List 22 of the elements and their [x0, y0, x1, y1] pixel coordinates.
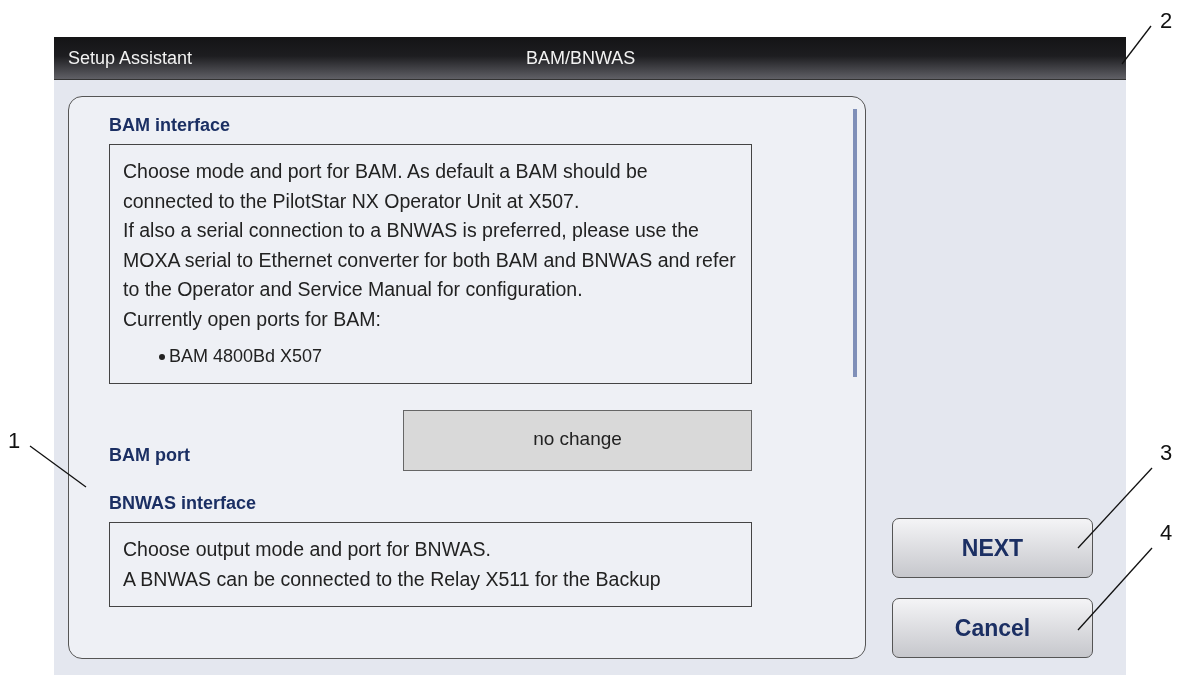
callout-number: 1: [8, 428, 21, 454]
info-text: A BNWAS can be connected to the Relay X511 for the Backup: [123, 566, 662, 592]
port-item: BAM 4800Bd X507: [169, 346, 323, 367]
field-label: BAM port: [109, 445, 190, 466]
window-title: Setup Assistant: [68, 47, 193, 69]
port-dropdown[interactable]: no change: [403, 410, 752, 471]
leader-line: [29, 445, 87, 488]
callout-number: 3: [1160, 440, 1173, 466]
cancel-button[interactable]: Cancel: [892, 598, 1093, 658]
scrollbar[interactable]: [853, 109, 857, 377]
page-title: BAM/BNWAS: [526, 47, 636, 69]
callout-number: 4: [1160, 520, 1173, 546]
next-button[interactable]: NEXT: [892, 518, 1093, 578]
section-heading: BAM interface: [109, 115, 232, 136]
leader-line: [1121, 25, 1152, 65]
info-text: Choose mode and port for BAM. As default a BAM should be connected to the PilotStar NX Operator Unit at X507.: [123, 159, 649, 214]
section-heading: BNWAS interface: [109, 493, 258, 514]
info-text: If also a serial connection to a BNWAS is preferred, please use the MOXA serial to Ethernet converter for both BAM and BNWAS and refer to the Operator and Service Manual for configuration.: [123, 218, 737, 302]
info-text: Choose output mode and port for BNWAS.: [123, 537, 492, 562]
info-text: Currently open ports for BAM:: [123, 306, 382, 332]
callout-number: 2: [1160, 8, 1173, 34]
bullet-icon: [159, 353, 165, 360]
